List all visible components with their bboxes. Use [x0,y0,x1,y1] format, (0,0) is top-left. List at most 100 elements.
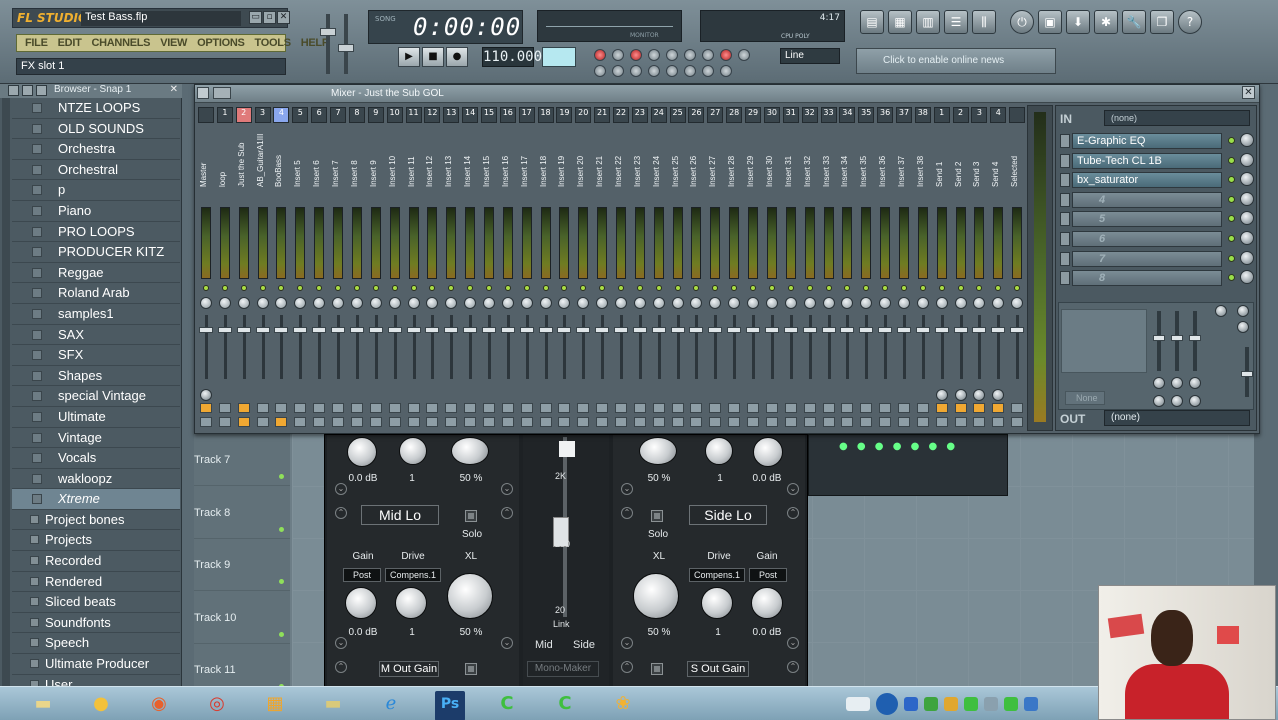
mixer-track[interactable]: 25 Insert 25 [669,105,688,431]
route-button[interactable] [709,403,722,413]
browser-item[interactable]: Soundfonts [12,613,180,634]
pan-knob[interactable] [313,297,326,309]
master-pitch-thumb[interactable] [338,44,354,52]
pan-knob[interactable] [709,297,722,309]
route-button[interactable] [671,403,684,413]
volume-fader[interactable] [425,327,440,333]
mute-led[interactable] [1014,285,1021,291]
volume-fader[interactable] [255,327,270,333]
mute-led[interactable] [353,285,360,291]
volume-fader[interactable] [595,327,610,333]
mixer-track[interactable]: 29 Insert 29 [744,105,763,431]
browser-item[interactable]: samples1 [12,304,180,325]
mute-led[interactable] [655,285,662,291]
mute-led[interactable] [410,285,417,291]
browser-item[interactable]: Projects [12,530,180,552]
expand-icon[interactable]: ⌃ [501,507,513,519]
browser-item[interactable]: PRODUCER KITZ [12,242,180,263]
mute-led[interactable] [372,285,379,291]
mute-led[interactable] [523,285,530,291]
mixer-track[interactable]: 16 Insert 16 [499,105,518,431]
mixer-titlebar[interactable]: Mixer - Just the Sub GOL ✕ [195,85,1259,103]
fx-slot[interactable]: 5 [1058,210,1256,228]
snap-mode-select[interactable]: Line [780,48,840,64]
mixer-track[interactable]: 11 Insert 11 [405,105,424,431]
slot-enable-icon[interactable] [1228,176,1235,184]
expand-icon[interactable]: ⌄ [621,637,633,649]
route-button[interactable] [445,403,458,413]
slot-enable-icon[interactable] [1228,156,1235,164]
route-button[interactable] [916,417,929,427]
route-button[interactable] [747,417,760,427]
expand-icon[interactable]: ⌃ [621,661,633,673]
mixer-track[interactable]: 27 Insert 27 [706,105,725,431]
camtasia-icon[interactable]: C [488,689,526,719]
pan-knob[interactable] [350,297,363,309]
mixer-track[interactable]: 22 Insert 22 [612,105,631,431]
route-button[interactable] [765,403,778,413]
mixer-track[interactable]: 1 loop [216,105,235,431]
mid-lo-solo-checkbox[interactable] [465,510,477,522]
volume-fader[interactable] [557,327,572,333]
route-button[interactable] [973,403,986,413]
mute-led[interactable] [391,285,398,291]
mute-led[interactable] [693,285,700,291]
expand-icon[interactable]: ⌄ [787,637,799,649]
slot-menu-icon[interactable] [1060,134,1070,148]
expand-icon[interactable]: ⌃ [787,507,799,519]
expand-icon[interactable]: ⌄ [335,637,347,649]
route-button[interactable] [992,417,1005,427]
eq-knob[interactable] [1237,321,1249,333]
pan-knob[interactable] [973,297,986,309]
route-button[interactable] [615,417,627,427]
volume-fader[interactable] [274,327,289,333]
volume-fader[interactable] [896,327,911,333]
media-player-icon[interactable]: ● [82,689,120,719]
mute-led[interactable] [787,285,794,291]
eq-freq-knob[interactable] [1153,377,1165,389]
pan-knob[interactable] [539,297,552,309]
mixer-track[interactable]: 13 Insert 13 [442,105,461,431]
mixer-track[interactable]: 24 Insert 24 [650,105,669,431]
expand-icon[interactable]: ⌄ [787,483,799,495]
mute-led[interactable] [976,285,983,291]
volume-fader[interactable] [972,327,987,333]
top-left-xl-knob[interactable] [451,437,489,465]
slot-enable-icon[interactable] [1228,235,1235,242]
mixer-icon[interactable]: ⫼ [972,10,996,34]
pan-knob[interactable] [426,297,439,309]
scroll-icon[interactable] [702,65,714,77]
mute-led[interactable] [203,285,209,291]
bluetooth-icon[interactable] [904,697,918,711]
route-button[interactable] [671,417,684,427]
pan-knob[interactable] [860,297,873,309]
mute-led[interactable] [731,285,738,291]
route-button[interactable] [407,403,420,413]
route-button[interactable] [464,417,477,427]
mute-led[interactable] [618,285,624,291]
playlist-track-header[interactable]: Track 8 [194,487,290,539]
volume-fader[interactable] [878,327,893,333]
route-button[interactable] [275,417,288,427]
tray-app-icon[interactable] [984,697,998,711]
eq-preset-select[interactable]: None [1065,391,1105,405]
tray-app-icon[interactable] [1004,697,1018,711]
expand-icon[interactable]: ⌄ [621,483,633,495]
route-button[interactable] [332,403,345,413]
route-button[interactable] [747,403,760,413]
expand-icon[interactable]: ⌃ [621,507,633,519]
typing-keyboard-icon[interactable] [648,49,660,61]
pan-knob[interactable] [200,297,212,309]
send-level-knob[interactable] [973,389,986,401]
mixer-track[interactable]: 31 Insert 31 [782,105,801,431]
mid-lo-gain-knob[interactable] [345,587,377,619]
top-right-drive-knob[interactable] [705,437,733,465]
mute-led[interactable] [712,285,719,291]
mixer-track[interactable]: 12 Insert 12 [423,105,442,431]
eq-freq-knob[interactable] [1189,377,1201,389]
route-button[interactable] [482,417,495,427]
volume-fader[interactable] [783,327,798,333]
tray-app-icon[interactable] [944,697,958,711]
pan-knob[interactable] [747,297,760,309]
mixer-track[interactable]: 10 Insert 10 [386,105,405,431]
